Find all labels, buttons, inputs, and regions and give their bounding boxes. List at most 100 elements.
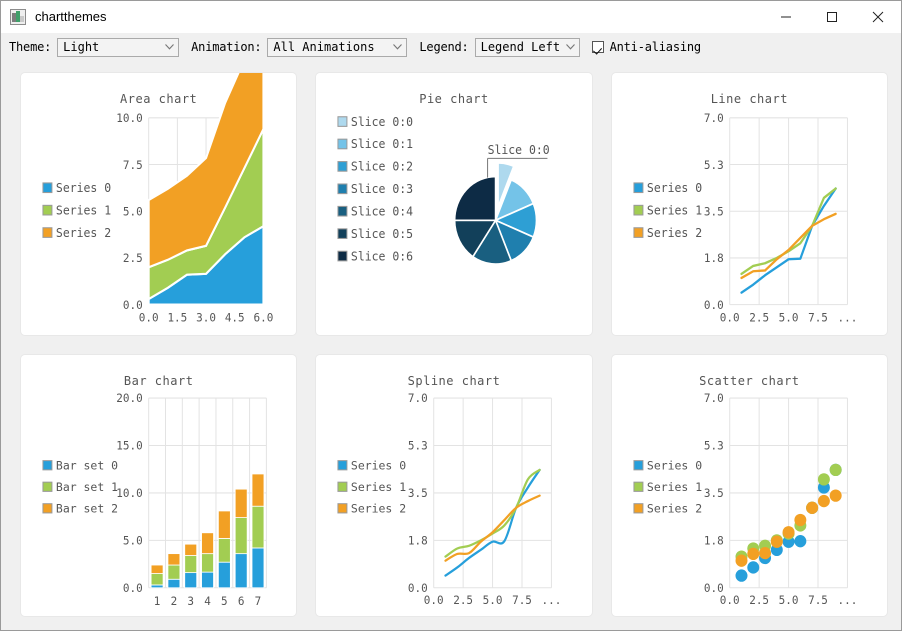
close-icon[interactable] (855, 1, 901, 32)
legend-swatch (633, 182, 644, 194)
axis-tick-label: 7.0 (704, 392, 724, 405)
antialiasing-checkbox[interactable]: Anti-aliasing (591, 40, 702, 54)
bar-segment[interactable] (251, 473, 265, 507)
scatter-point[interactable] (829, 488, 842, 502)
axis-tick-label: 1 (154, 595, 161, 608)
bar-segment[interactable] (184, 571, 198, 588)
legend-item[interactable]: Series 2 (633, 501, 702, 515)
bar-segment[interactable] (217, 537, 231, 563)
legend-item[interactable]: Series 2 (633, 225, 702, 240)
scatter-point[interactable] (770, 535, 783, 548)
legend-label: Series 0 (647, 181, 702, 195)
animation-select[interactable]: All Animations (267, 37, 408, 57)
legend-label: Series 0 (351, 458, 406, 472)
legend-item[interactable]: Slice 0:6 (337, 249, 413, 263)
axis-tick-label: 6 (238, 595, 245, 608)
legend-item[interactable]: Bar set 1 (42, 479, 118, 493)
minimize-icon[interactable] (763, 1, 809, 32)
scatter-point[interactable] (794, 534, 806, 547)
scatter-point[interactable] (782, 525, 795, 538)
axis-tick-label: 3.0 (196, 310, 216, 324)
scatter-point[interactable] (794, 513, 806, 526)
bar-segment[interactable] (251, 547, 265, 588)
legend-item[interactable]: Series 0 (633, 181, 702, 195)
legend-item[interactable]: Series 1 (633, 479, 702, 493)
bar-segment[interactable] (150, 584, 164, 588)
scatter-point[interactable] (805, 501, 818, 514)
maximize-icon[interactable] (809, 1, 855, 32)
legend-item[interactable]: Series 1 (42, 203, 111, 218)
bar-segment[interactable] (217, 510, 231, 539)
legend-value: Legend Left (480, 40, 561, 54)
axis-tick-label: 5.0 (123, 204, 143, 218)
legend-label: Slice 0:4 (351, 204, 413, 218)
chevron-down-icon (389, 44, 406, 50)
axis-tick-label: 0.0 (719, 310, 739, 324)
legend-item[interactable]: Series 0 (633, 458, 702, 472)
bar-segment[interactable] (234, 552, 248, 588)
card-pie[interactable]: Pie chart Slice 0:0 Slice 0:1 Slice 0:2 Sli… (316, 73, 592, 335)
axis-tick-label: 1.8 (704, 251, 724, 265)
bar-segment[interactable] (234, 516, 248, 554)
legend-swatch (42, 481, 53, 492)
legend-item[interactable]: Series 0 (42, 181, 111, 195)
legend-item[interactable]: Series 0 (337, 458, 406, 472)
scatter-point[interactable] (746, 560, 759, 574)
bar-segment[interactable] (201, 531, 214, 554)
axis-tick-label: 2.5 (454, 594, 474, 607)
card-line[interactable]: Line chart Series 0 Series 1 Series 2 0.0 1.… (611, 73, 887, 335)
theme-value: Light (63, 40, 100, 54)
scatter-point[interactable] (829, 463, 842, 476)
pie-slice[interactable] (454, 175, 497, 222)
card-bar[interactable]: Bar chart Bar set 0 Bar set 1 Bar set 2 0.0… (21, 354, 297, 616)
bar-segment[interactable] (150, 572, 164, 585)
legend-swatch (337, 250, 348, 262)
axis-tick-label: 2.5 (749, 310, 769, 324)
scatter-point[interactable] (817, 472, 830, 486)
legend-item[interactable]: Bar set 0 (42, 458, 118, 472)
bar-segment[interactable] (201, 571, 214, 588)
bar-segment[interactable] (184, 543, 198, 556)
legend-label: Series 1 (647, 203, 702, 217)
axis-tick-label: 2.5 (749, 594, 769, 607)
bar-segment[interactable] (217, 561, 231, 588)
bar-segment[interactable] (150, 564, 164, 574)
legend-item[interactable]: Slice 0:2 (337, 159, 413, 174)
bar-segment[interactable] (167, 552, 181, 565)
legend-item[interactable]: Slice 0:3 (337, 182, 413, 196)
legend-item[interactable]: Slice 0:5 (337, 227, 413, 241)
scatter-point[interactable] (758, 546, 771, 559)
legend-swatch (633, 459, 644, 470)
card-scatter[interactable]: Scatter chart Series 0 Series 1 Series 2 0.… (611, 354, 887, 616)
legend-item[interactable]: Slice 0:4 (337, 204, 413, 219)
card-area[interactable]: Area chart Series 0 Series 1 Series 2 0.0 2.… (21, 73, 297, 335)
legend-item[interactable]: Series 2 (337, 501, 406, 515)
legend-item[interactable]: Series 2 (42, 225, 111, 240)
axis-tick-label: 6.0 (253, 310, 273, 324)
theme-select[interactable]: Light (57, 37, 180, 57)
bar-segment[interactable] (184, 554, 198, 573)
antialiasing-label: Anti-aliasing (609, 40, 702, 54)
bar-segment[interactable] (234, 488, 248, 518)
scatter-point[interactable] (735, 568, 748, 582)
bar-segment[interactable] (201, 552, 214, 573)
bar-segment[interactable] (167, 578, 181, 588)
legend-item[interactable]: Slice 0:0 (337, 114, 413, 129)
bar-segment[interactable] (251, 505, 265, 548)
legend-item[interactable]: Series 1 (337, 479, 406, 493)
legend-select[interactable]: Legend Left (474, 37, 580, 57)
legend-item[interactable]: Bar set 2 (42, 501, 118, 515)
card-spline[interactable]: Spline chart Series 0 Series 1 Series 2 0.0… (316, 354, 592, 616)
scatter-point[interactable] (817, 494, 830, 507)
legend-item[interactable]: Series 1 (633, 203, 702, 218)
legend-item[interactable]: Slice 0:1 (337, 137, 413, 151)
legend-swatch (337, 161, 348, 172)
animation-value: All Animations (273, 40, 375, 54)
scatter-point[interactable] (746, 547, 759, 560)
scatter-point[interactable] (735, 554, 748, 567)
legend-swatch (337, 205, 348, 217)
bar-segment[interactable] (167, 564, 181, 580)
pie-callout-label: Slice 0:0 (488, 143, 550, 157)
chevron-down-icon (161, 44, 178, 50)
axis-tick-label: 10.0 (116, 486, 142, 499)
